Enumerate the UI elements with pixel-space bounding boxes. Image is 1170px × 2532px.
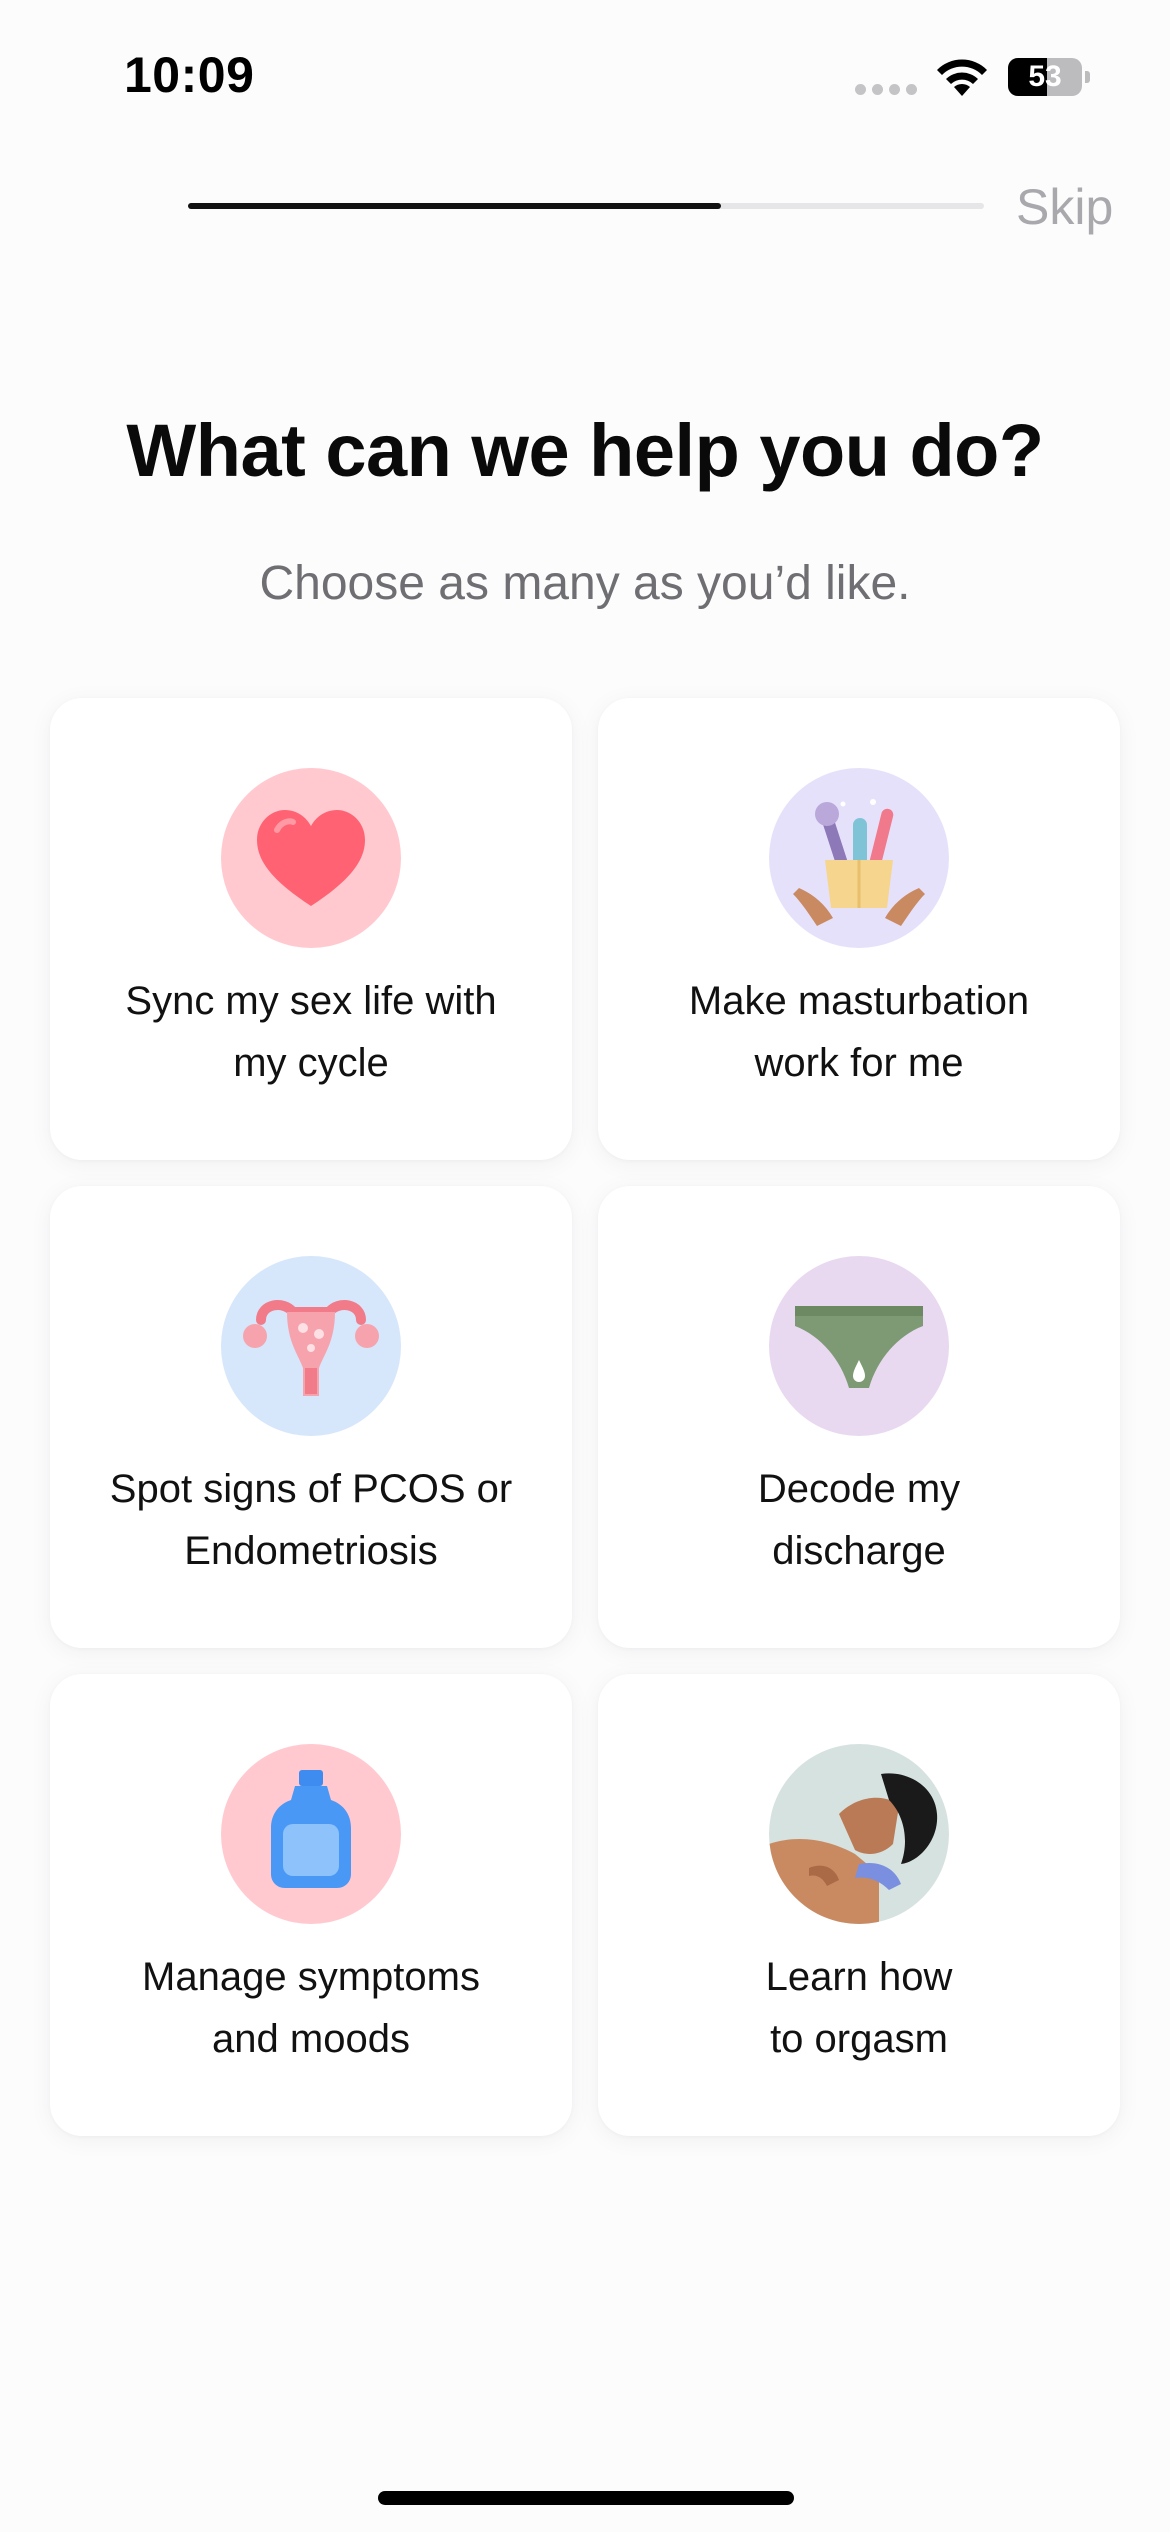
option-card-masturbation[interactable]: Make masturbation work for me	[598, 698, 1120, 1160]
option-card-orgasm[interactable]: Learn how to orgasm	[598, 1674, 1120, 2136]
option-label: Sync my sex life with my cycle	[125, 979, 497, 1085]
underwear-icon	[769, 1256, 949, 1436]
onboarding-progress-bar	[188, 203, 984, 209]
wifi-icon	[937, 59, 987, 96]
toy-box-icon	[769, 768, 949, 948]
option-card-symptoms-moods[interactable]: Manage symptoms and moods	[50, 1674, 572, 2136]
cellular-signal-icon	[855, 84, 917, 95]
option-label: Make masturbation work for me	[688, 979, 1030, 1085]
battery-level: 53	[1028, 60, 1062, 93]
status-time: 10:09	[124, 47, 255, 103]
progress-fill	[188, 203, 722, 209]
option-label: Spot signs of PCOS or Endometriosis	[109, 1467, 513, 1573]
option-label: Learn how to orgasm	[765, 1955, 953, 2061]
home-indicator[interactable]	[378, 2491, 794, 2505]
woman-illustration-icon	[769, 1744, 949, 1924]
heart-icon	[221, 768, 401, 948]
page-title: What can we help you do?	[126, 409, 1044, 492]
status-bar: 10:09 53	[0, 0, 1170, 150]
option-card-pcos-endometriosis[interactable]: Spot signs of PCOS or Endometriosis	[50, 1186, 572, 1648]
option-label: Manage symptoms and moods	[142, 1955, 480, 2061]
page-subtitle: Choose as many as you’d like.	[259, 557, 911, 610]
option-label: Decode my discharge	[757, 1467, 961, 1573]
onboarding-screen: 10:09 53 Skip What can we help you do? C…	[0, 0, 1170, 2532]
hot-water-bottle-icon	[221, 1744, 401, 1924]
goal-options-grid: Sync my sex life with my cycle Make mast…	[50, 698, 1120, 2136]
skip-button[interactable]: Skip	[1016, 178, 1113, 236]
option-card-discharge[interactable]: Decode my discharge	[598, 1186, 1120, 1648]
option-card-sync-cycle[interactable]: Sync my sex life with my cycle	[50, 698, 572, 1160]
uterus-icon	[221, 1256, 401, 1436]
battery-icon: 53	[1008, 58, 1090, 96]
